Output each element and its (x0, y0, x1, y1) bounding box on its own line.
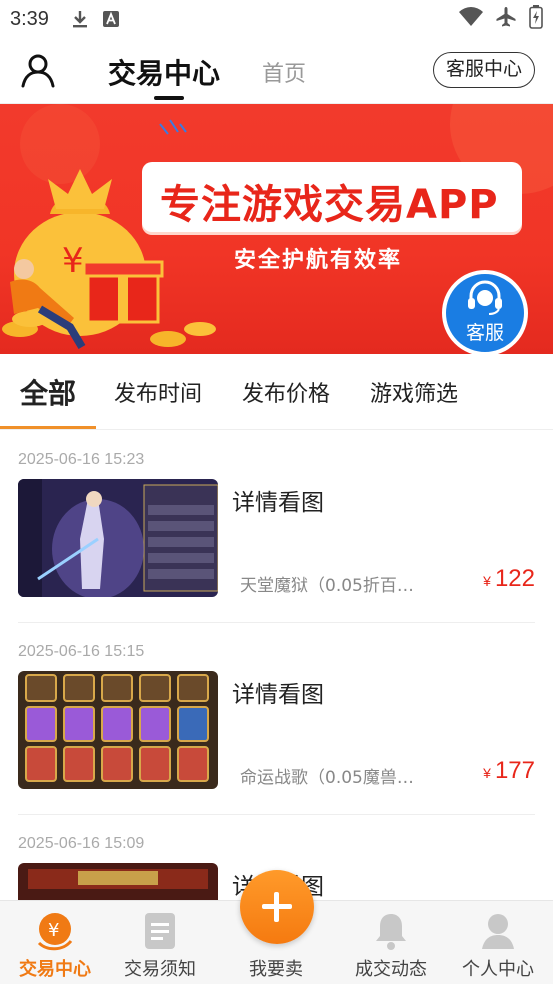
banner-headline: 专注游戏交易APP (160, 182, 499, 228)
listing-price: ¥177 (483, 757, 535, 785)
banner-subline: 安全护航有效率 (234, 248, 403, 273)
filter-tab-publish-price[interactable]: 发布价格 (242, 376, 330, 408)
status-bar: 3:39 (0, 0, 553, 38)
listing-date: 2025-06-16 15:15 (18, 643, 145, 660)
nav-label: 成交动态 (355, 959, 427, 980)
filter-tab-publish-time[interactable]: 发布时间 (114, 376, 202, 408)
active-tab-indicator (154, 96, 184, 100)
wifi-icon (459, 6, 483, 32)
nav-label: 个人中心 (462, 959, 534, 980)
tab-home[interactable]: 首页 (262, 56, 306, 88)
filter-tabs: 全部 发布时间 发布价格 游戏筛选 (0, 354, 553, 430)
listing-thumbnail (18, 479, 218, 597)
bell-icon (376, 914, 406, 950)
customer-service-button[interactable]: 客服中心 (432, 52, 535, 88)
promo-banner[interactable]: ¥ 专注游戏交易APP 安全护航有效率 客服 (0, 104, 553, 354)
filter-tab-indicator (0, 426, 96, 429)
listing-price-value: 122 (494, 565, 535, 592)
filter-tab-all[interactable]: 全部 (20, 372, 76, 412)
listing-date: 2025-06-16 15:23 (18, 451, 145, 468)
nav-label: 我要卖 (249, 959, 303, 980)
listing-item[interactable]: 2025-06-16 15:23 详情看图 天堂魔狱（0.05折百… ¥122 (18, 431, 535, 623)
listing-description: 命运战歌（0.05魔兽… (240, 768, 414, 788)
download-icon (71, 9, 89, 29)
tab-trading-center[interactable]: 交易中心 (108, 52, 220, 92)
filter-tab-game-filter[interactable]: 游戏筛选 (370, 376, 458, 408)
svg-text:¥: ¥ (48, 920, 59, 941)
battery-charging-icon (529, 4, 543, 34)
listing-title: 详情看图 (232, 490, 324, 516)
sell-fab-button[interactable] (240, 870, 314, 944)
listing-price-value: 177 (494, 757, 535, 784)
headset-icon (468, 280, 502, 315)
listing-thumbnail (18, 671, 218, 789)
nav-label: 交易须知 (124, 959, 196, 980)
currency-symbol: ¥ (483, 573, 491, 589)
listing-price: ¥122 (483, 565, 535, 593)
status-time: 3:39 (10, 7, 49, 30)
floating-service-button[interactable]: 客服 (442, 270, 528, 354)
listing-title: 详情看图 (232, 682, 324, 708)
yen-bag-icon: ¥ (37, 913, 73, 951)
person-icon (482, 914, 514, 949)
floating-service-label: 客服 (465, 322, 504, 344)
user-profile-icon[interactable] (20, 52, 56, 92)
app-notification-icon (102, 11, 119, 27)
svg-text:¥: ¥ (62, 241, 84, 281)
document-icon (145, 913, 175, 949)
top-header: 交易中心 首页 客服中心 (0, 38, 553, 104)
nav-label: 交易中心 (19, 959, 91, 980)
listing-description: 天堂魔狱（0.05折百… (240, 576, 414, 596)
listing-date: 2025-06-16 15:09 (18, 835, 145, 852)
airplane-mode-icon (495, 6, 517, 33)
listing-item[interactable]: 2025-06-16 15:15 详情看图 命运战歌（0.05魔兽… ¥177 (18, 623, 535, 815)
currency-symbol: ¥ (483, 765, 491, 781)
